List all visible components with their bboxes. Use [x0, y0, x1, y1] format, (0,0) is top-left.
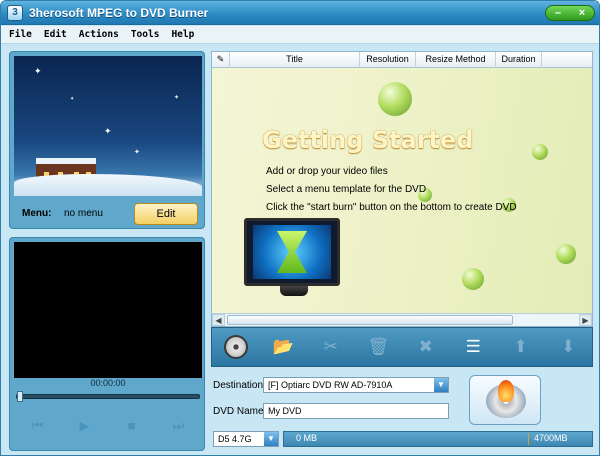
action-toolbar: 📂 ✂ 🗑 ✖ ☰ ⬆ ⬇ — [211, 327, 593, 367]
star-icon: ✦ — [134, 149, 140, 156]
window-controls: – × — [545, 5, 595, 21]
column-title[interactable]: Title — [230, 52, 360, 68]
app-window: 3 3herosoft MPEG to DVD Burner – × File E… — [0, 0, 600, 456]
add-file-icon[interactable]: 📂 — [269, 333, 297, 361]
destination-label: Destination: — [213, 380, 266, 391]
dvd-name-input[interactable]: My DVD — [263, 403, 449, 419]
destination-select[interactable]: [F] Optiarc DVD RW AD-7910A ▼ — [263, 377, 449, 393]
edit-video-icon[interactable]: ✂ — [317, 333, 345, 361]
dvd-name-label: DVD Name: — [213, 406, 267, 417]
horizontal-scrollbar[interactable]: ◀ ▶ — [212, 313, 592, 326]
star-icon: ✦ — [34, 66, 42, 76]
instruction-line: Click the "start burn" button on the bot… — [266, 202, 517, 213]
decorative-orb — [378, 82, 412, 116]
star-icon: ✦ — [70, 96, 75, 102]
star-icon: ✦ — [104, 126, 112, 136]
clear-icon[interactable]: ✖ — [412, 333, 440, 361]
menu-bar: File Edit Actions Tools Help — [1, 26, 599, 44]
app-icon: 3 — [7, 5, 23, 21]
menu-row: Menu: no menu Edit — [14, 202, 202, 226]
capacity-marker — [528, 433, 529, 445]
video-screen — [14, 242, 202, 378]
play-icon[interactable]: ▶ — [76, 417, 94, 435]
chevron-down-icon[interactable]: ▼ — [434, 378, 448, 392]
menu-tools[interactable]: Tools — [127, 26, 164, 44]
seek-bar[interactable] — [16, 391, 200, 402]
previous-icon[interactable]: ⏮ — [29, 417, 47, 435]
destination-value: [F] Optiarc DVD RW AD-7910A — [268, 380, 393, 390]
instruction-line: Add or drop your video files — [266, 166, 388, 177]
menu-edit[interactable]: Edit — [40, 26, 71, 44]
getting-started-panel: Getting Started Add or drop your video f… — [212, 68, 592, 313]
file-list[interactable]: ✎ Title Resolution Resize Method Duratio… — [211, 51, 593, 327]
menu-file[interactable]: File — [5, 26, 36, 44]
menu-label: Menu: — [22, 208, 52, 219]
menu-preview-panel: ✦ ✦ ✦ ✦ ✦ Menu: no menu Edit — [9, 51, 205, 229]
column-edit-icon[interactable]: ✎ — [212, 52, 230, 68]
decorative-orb — [556, 244, 576, 264]
column-duration[interactable]: Duration — [496, 52, 542, 68]
film-reel-icon[interactable] — [222, 333, 250, 361]
decorative-orb — [532, 144, 548, 160]
title-bar: 3 3herosoft MPEG to DVD Burner – × — [1, 1, 599, 25]
drop-arrow-icon — [277, 231, 307, 273]
disc-type-select[interactable]: D5 4.7G ▼ — [213, 431, 279, 447]
menu-preview-image: ✦ ✦ ✦ ✦ ✦ — [14, 56, 202, 196]
stop-icon[interactable]: ■ — [123, 417, 141, 435]
minimize-button[interactable]: – — [548, 6, 568, 20]
capacity-total: 4700MB — [534, 433, 568, 443]
menu-list-icon[interactable]: ☰ — [459, 333, 487, 361]
move-up-icon[interactable]: ⬆ — [507, 333, 535, 361]
menu-value: no menu — [64, 208, 103, 219]
playback-time: 00:00:00 — [90, 378, 126, 388]
close-button[interactable]: × — [572, 6, 592, 20]
video-player-panel: 00:00:00 ⏮ ▶ ■ ⏭ — [9, 237, 205, 451]
column-resize-method[interactable]: Resize Method — [416, 52, 496, 68]
move-down-icon[interactable]: ⬇ — [554, 333, 582, 361]
edit-menu-button[interactable]: Edit — [134, 203, 198, 225]
star-icon: ✦ — [174, 95, 180, 101]
window-title: 3herosoft MPEG to DVD Burner — [29, 6, 209, 20]
flame-icon — [498, 380, 514, 402]
list-header: ✎ Title Resolution Resize Method Duratio… — [212, 52, 592, 68]
getting-started-title: Getting Started — [262, 126, 474, 154]
start-burn-button[interactable] — [469, 375, 541, 425]
instruction-line: Select a menu template for the DVD — [266, 184, 427, 195]
snow-ground — [14, 174, 202, 196]
next-icon[interactable]: ⏭ — [170, 417, 188, 435]
column-resolution[interactable]: Resolution — [360, 52, 416, 68]
monitor-stand — [280, 286, 308, 296]
delete-icon[interactable]: 🗑 — [364, 333, 392, 361]
seek-thumb[interactable] — [17, 391, 23, 402]
player-controls: ⏮ ▶ ■ ⏭ — [14, 408, 202, 444]
capacity-used: 0 MB — [296, 433, 318, 443]
decorative-orb — [462, 268, 484, 290]
scroll-right-icon[interactable]: ▶ — [579, 314, 592, 326]
disc-type-value: D5 4.7G — [218, 434, 252, 444]
scroll-left-icon[interactable]: ◀ — [212, 314, 225, 326]
monitor-illustration — [244, 218, 340, 286]
menu-actions[interactable]: Actions — [75, 26, 123, 44]
scroll-thumb[interactable] — [227, 315, 513, 325]
capacity-bar: 0 MB 4700MB — [283, 431, 593, 447]
menu-help[interactable]: Help — [167, 26, 198, 44]
chevron-down-icon[interactable]: ▼ — [264, 432, 278, 446]
